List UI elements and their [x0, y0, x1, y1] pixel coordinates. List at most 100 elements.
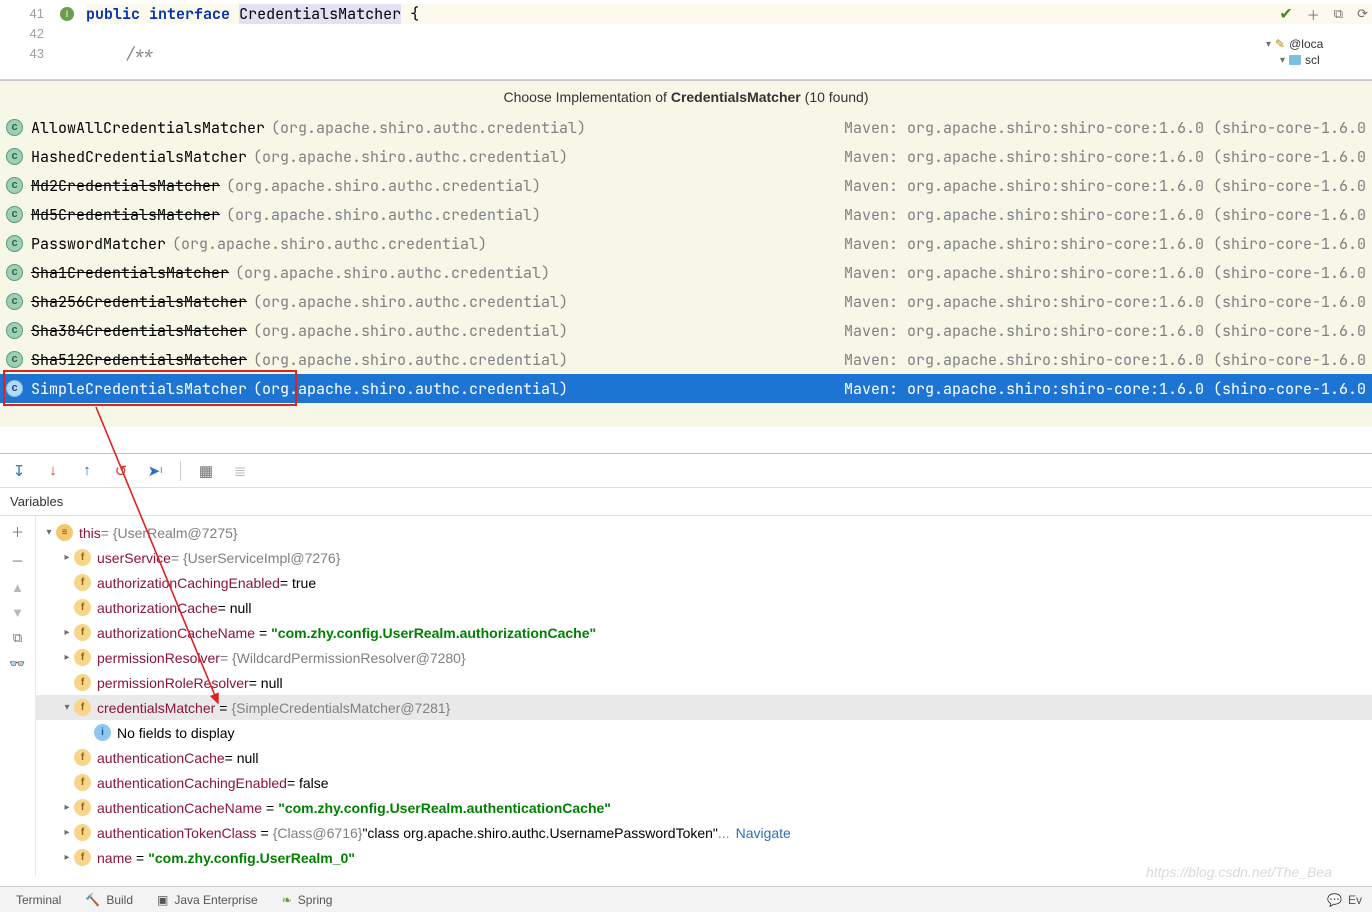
maven-source: Maven: org.apache.shiro:shiro-core:1.6.0…	[832, 350, 1366, 370]
step-down-icon[interactable]: ↓	[44, 462, 62, 480]
popup-item[interactable]: cMd2CredentialsMatcher(org.apache.shiro.…	[0, 171, 1372, 200]
field-icon: f	[74, 749, 91, 766]
var-value: "class org.apache.shiro.authc.UsernamePa…	[362, 825, 717, 841]
popup-item[interactable]: cSha384CredentialsMatcher(org.apache.shi…	[0, 316, 1372, 345]
popup-item[interactable]: cSimpleCredentialsMatcher(org.apache.shi…	[0, 374, 1372, 403]
tree-row[interactable]: fpermissionRoleResolver = null	[36, 670, 1372, 695]
chevron-down-icon: ▾	[1266, 39, 1271, 50]
code-line[interactable]: /**	[86, 44, 1372, 64]
tree-row[interactable]: fauthorizationCachingEnabled = true	[36, 570, 1372, 595]
remove-watch-icon[interactable]: －	[11, 551, 24, 570]
variables-tree[interactable]: ▾≡this = {UserRealm@7275} ▸fuserService …	[36, 516, 1372, 876]
tree-row-this[interactable]: ▾≡this = {UserRealm@7275}	[36, 520, 1372, 545]
field-icon: f	[74, 674, 91, 691]
choose-implementation-popup: Choose Implementation of CredentialsMatc…	[0, 80, 1372, 427]
move-down-icon[interactable]: ▼	[11, 605, 24, 620]
equals: =	[261, 825, 269, 841]
popup-list[interactable]: cAllowAllCredentialsMatcher(org.apache.s…	[0, 113, 1372, 403]
var-name: authenticationTokenClass	[97, 825, 257, 841]
maven-source: Maven: org.apache.shiro:shiro-core:1.6.0…	[832, 321, 1366, 341]
var-name: authenticationCache	[97, 750, 225, 766]
popup-item[interactable]: cHashedCredentialsMatcher(org.apache.shi…	[0, 142, 1372, 171]
class-name: SimpleCredentialsMatcher	[31, 379, 247, 399]
tree-row-credentialsMatcher[interactable]: ▾fcredentialsMatcher = {SimpleCredential…	[36, 695, 1372, 720]
var-value: = {UserRealm@7275}	[101, 525, 238, 541]
chevron-right-icon[interactable]: ▸	[60, 802, 74, 813]
list-icon[interactable]: ≣	[231, 462, 249, 480]
chevron-right-icon[interactable]: ▸	[60, 852, 74, 863]
tree-row[interactable]: ▸fuserService = {UserServiceImpl@7276}	[36, 545, 1372, 570]
class-icon: c	[6, 119, 23, 136]
line-gutter: 41 42 43	[0, 0, 50, 79]
tree-label: scl	[1305, 53, 1320, 67]
chevron-right-icon[interactable]: ▸	[60, 627, 74, 638]
javaee-button[interactable]: ▣Java Enterprise	[157, 893, 258, 907]
move-up-icon[interactable]: ▲	[11, 580, 24, 595]
var-value: {SimpleCredentialsMatcher@7281}	[231, 700, 450, 716]
package-name: (org.apache.shiro.authc.credential)	[271, 118, 586, 138]
refresh-icon[interactable]: ⟳	[1357, 6, 1368, 22]
chevron-down-icon: ▾	[1280, 55, 1285, 66]
class-icon: c	[6, 322, 23, 339]
var-value: = {WildcardPermissionResolver@7280}	[220, 650, 466, 666]
field-icon: f	[74, 799, 91, 816]
tree-row[interactable]: ▸fauthenticationCacheName = "com.zhy.con…	[36, 795, 1372, 820]
terminal-button[interactable]: Terminal	[10, 893, 61, 907]
tree-row[interactable]: fauthenticationCache = null	[36, 745, 1372, 770]
tree-row[interactable]: ▾✎@loca	[1262, 36, 1372, 52]
gutter-icons: I	[50, 0, 86, 79]
tree-row[interactable]: ▸fpermissionResolver = {WildcardPermissi…	[36, 645, 1372, 670]
bubble-icon: 💬	[1327, 893, 1342, 907]
maven-source: Maven: org.apache.shiro:shiro-core:1.6.0…	[832, 205, 1366, 225]
event-log-button[interactable]: 💬Ev	[1327, 893, 1362, 907]
popup-item[interactable]: cSha256CredentialsMatcher(org.apache.shi…	[0, 287, 1372, 316]
spring-icon: ❧	[282, 893, 292, 907]
code-line[interactable]	[86, 24, 1372, 44]
field-icon: f	[74, 599, 91, 616]
popup-item[interactable]: cSha1CredentialsMatcher(org.apache.shiro…	[0, 258, 1372, 287]
copy-icon[interactable]: ⧉	[1334, 6, 1343, 22]
field-icon: f	[74, 574, 91, 591]
class-icon: c	[6, 351, 23, 368]
chevron-right-icon[interactable]: ▸	[60, 652, 74, 663]
maven-source: Maven: org.apache.shiro:shiro-core:1.6.0…	[832, 263, 1366, 283]
tree-row[interactable]: ▾ scl	[1262, 52, 1372, 68]
step-up-icon[interactable]: ↑	[78, 462, 96, 480]
variables-side-toolbar: ＋ － ▲ ▼ ⧉ 👓	[0, 516, 36, 876]
pin-icon[interactable]: ➤I	[146, 462, 164, 480]
code-line[interactable]: public interface CredentialsMatcher {	[86, 4, 1372, 24]
navigate-link[interactable]: Navigate	[736, 825, 791, 841]
reset-icon[interactable]: ↺	[112, 462, 130, 480]
add-watch-icon[interactable]: ＋	[11, 522, 24, 541]
class-icon: c	[6, 293, 23, 310]
copy-icon[interactable]: ⧉	[13, 630, 22, 646]
glasses-icon[interactable]: 👓	[9, 656, 25, 672]
popup-item[interactable]: cPasswordMatcher(org.apache.shiro.authc.…	[0, 229, 1372, 258]
popup-item[interactable]: cMd5CredentialsMatcher(org.apache.shiro.…	[0, 200, 1372, 229]
grid-icon[interactable]: ▦	[197, 462, 215, 480]
var-value: "com.zhy.config.UserRealm.authorizationC…	[271, 625, 596, 641]
chevron-down-icon[interactable]: ▾	[60, 702, 74, 713]
chevron-right-icon[interactable]: ▸	[60, 552, 74, 563]
tree-row[interactable]: fauthorizationCache = null	[36, 595, 1372, 620]
add-icon[interactable]: ＋	[1307, 5, 1320, 24]
tree-row[interactable]: ▸fauthenticationTokenClass = {Class@6716…	[36, 820, 1372, 845]
tree-row[interactable]: ▸fauthorizationCacheName = "com.zhy.conf…	[36, 620, 1372, 645]
implementations-gutter-icon[interactable]: I	[60, 7, 74, 21]
inspection-check-icon[interactable]: ✔	[1279, 4, 1292, 24]
popup-item[interactable]: cSha512CredentialsMatcher(org.apache.shi…	[0, 345, 1372, 374]
popup-item[interactable]: cAllowAllCredentialsMatcher(org.apache.s…	[0, 113, 1372, 142]
var-name: authenticationCacheName	[97, 800, 262, 816]
package-name: (org.apache.shiro.authc.credential)	[235, 263, 550, 283]
chevron-down-icon[interactable]: ▾	[42, 527, 56, 538]
variables-label: Variables	[0, 488, 1372, 516]
code-area[interactable]: public interface CredentialsMatcher { /*…	[86, 0, 1372, 79]
tree-row[interactable]: fauthenticationCachingEnabled = false	[36, 770, 1372, 795]
build-button[interactable]: 🔨Build	[85, 893, 133, 907]
step-into-icon[interactable]: ↧	[10, 462, 28, 480]
maven-source: Maven: org.apache.shiro:shiro-core:1.6.0…	[832, 379, 1366, 399]
chevron-right-icon[interactable]: ▸	[60, 827, 74, 838]
var-value: = false	[287, 775, 329, 791]
popup-header-class: CredentialsMatcher	[671, 89, 801, 105]
spring-button[interactable]: ❧Spring	[282, 893, 333, 907]
